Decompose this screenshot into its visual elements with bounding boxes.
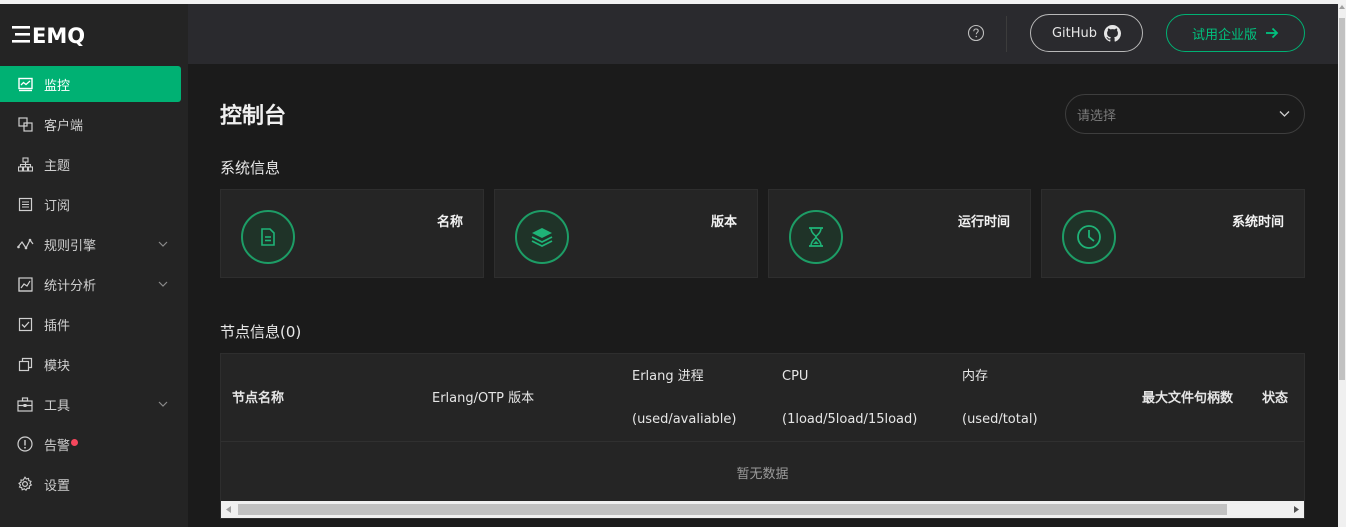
top-header: GitHub 试用企业版 xyxy=(188,4,1338,64)
sidebar-item-label: 规则引擎 xyxy=(44,238,97,254)
rule-engine-icon xyxy=(16,235,34,253)
th-cpu-sub: (1load/5load/15load) xyxy=(782,412,918,427)
card-uptime: 运行时间 xyxy=(768,189,1031,278)
clock-icon xyxy=(1062,210,1116,264)
scroll-up-icon[interactable] xyxy=(1339,4,1345,10)
sidebar-item-modules[interactable]: 模块 xyxy=(0,344,188,384)
arrow-right-icon xyxy=(1266,27,1279,39)
emq-logo-icon: EMQ xyxy=(12,24,84,46)
document-icon xyxy=(241,210,295,264)
sidebar-item-clients[interactable]: 客户端 xyxy=(0,104,188,144)
sidebar-item-label: 客户端 xyxy=(44,118,84,134)
svg-text:EMQ: EMQ xyxy=(32,24,84,46)
hourglass-icon xyxy=(789,210,843,264)
node-info-title: 节点信息(0) xyxy=(220,323,302,341)
th-status[interactable]: 状态 xyxy=(1262,392,1288,405)
card-system-time: 系统时间 xyxy=(1041,189,1305,278)
sidebar-item-tools[interactable]: 工具 xyxy=(0,384,188,424)
chevron-down-icon xyxy=(158,241,168,247)
system-info-cards: 名称 版本 运行时间 系统时间 xyxy=(220,189,1305,278)
sidebar-item-rule-engine[interactable]: 规则引擎 xyxy=(0,224,188,264)
github-button-label: GitHub xyxy=(1051,25,1098,41)
main-content: 控制台 请选择 系统信息 名称 版本 运行时间 系统时间 节点信息(0) 节点名… xyxy=(188,64,1338,527)
topics-icon xyxy=(16,155,34,173)
try-enterprise-button[interactable]: 试用企业版 xyxy=(1166,14,1305,52)
logo[interactable]: EMQ xyxy=(0,4,188,64)
sidebar-item-analysis[interactable]: 统计分析 xyxy=(0,264,188,304)
layers-icon xyxy=(515,210,569,264)
th-erlang-proc-sub: (used/avaliable) xyxy=(632,412,737,427)
sidebar-item-label: 插件 xyxy=(44,318,71,334)
th-memory[interactable]: 内存 xyxy=(962,370,988,383)
page-vertical-scrollbar[interactable] xyxy=(1338,4,1346,527)
sidebar: EMQ 监控 客户端 主题 订阅 规则引擎 统计分析 插件 模块 工具 告警 设… xyxy=(0,4,188,527)
scroll-left-icon[interactable] xyxy=(226,506,232,513)
sidebar-item-label: 统计分析 xyxy=(44,278,97,294)
chevron-down-icon xyxy=(158,401,168,407)
scrollbar-thumb[interactable] xyxy=(238,504,1227,515)
scroll-right-icon[interactable] xyxy=(1293,506,1299,513)
plugins-icon xyxy=(16,315,34,333)
th-max-fds[interactable]: 最大文件句柄数 xyxy=(1142,392,1233,405)
github-icon xyxy=(1104,24,1122,42)
sidebar-item-plugins[interactable]: 插件 xyxy=(0,304,188,344)
card-label: 运行时间 xyxy=(957,215,1010,230)
analysis-icon xyxy=(16,275,34,293)
card-label: 系统时间 xyxy=(1231,215,1284,230)
sidebar-item-subscriptions[interactable]: 订阅 xyxy=(0,184,188,224)
table-header: 节点名称 Erlang/OTP 版本 Erlang 进程 (used/avali… xyxy=(221,354,1304,442)
card-name: 名称 xyxy=(220,189,484,278)
th-memory-sub: (used/total) xyxy=(962,412,1038,427)
try-enterprise-label: 试用企业版 xyxy=(1191,27,1257,43)
th-node-name[interactable]: 节点名称 xyxy=(232,392,284,405)
scrollbar-thumb[interactable] xyxy=(1339,18,1345,380)
card-label: 名称 xyxy=(436,215,463,230)
table-horizontal-scrollbar[interactable] xyxy=(221,501,1304,518)
table-empty-text: 暂无数据 xyxy=(736,466,789,482)
question-circle-icon[interactable] xyxy=(967,24,985,42)
sidebar-item-alarms[interactable]: 告警 xyxy=(0,424,188,464)
sidebar-item-label: 模块 xyxy=(44,358,71,374)
th-cpu[interactable]: CPU xyxy=(782,370,808,383)
tools-icon xyxy=(16,395,34,413)
card-label: 版本 xyxy=(710,215,737,230)
card-version: 版本 xyxy=(494,189,758,278)
sidebar-item-label: 监控 xyxy=(44,78,71,94)
monitor-icon xyxy=(16,75,34,93)
page-title: 控制台 xyxy=(220,104,287,129)
th-erlang-proc[interactable]: Erlang 进程 xyxy=(632,370,704,383)
sidebar-item-label: 主题 xyxy=(44,158,71,174)
sidebar-item-monitor[interactable]: 监控 xyxy=(0,66,181,102)
chevron-down-icon xyxy=(158,281,168,287)
app-root: EMQ 监控 客户端 主题 订阅 规则引擎 统计分析 插件 模块 工具 告警 设… xyxy=(0,0,1346,527)
modules-icon xyxy=(16,355,34,373)
clients-icon xyxy=(16,115,34,133)
alarm-badge xyxy=(71,438,79,446)
github-button[interactable]: GitHub xyxy=(1030,14,1143,52)
chevron-down-icon xyxy=(1279,111,1290,117)
node-select-placeholder: 请选择 xyxy=(1077,108,1117,124)
alarm-icon xyxy=(16,435,34,453)
subscriptions-icon xyxy=(16,195,34,213)
sidebar-menu: 监控 客户端 主题 订阅 规则引擎 统计分析 插件 模块 工具 告警 设置 xyxy=(0,66,188,504)
header-divider xyxy=(1006,16,1007,52)
nodes-table: 节点名称 Erlang/OTP 版本 Erlang 进程 (used/avali… xyxy=(220,353,1305,519)
settings-icon xyxy=(16,475,34,493)
sidebar-item-label: 设置 xyxy=(44,478,71,494)
sidebar-item-label: 工具 xyxy=(44,398,71,414)
th-otp-version[interactable]: Erlang/OTP 版本 xyxy=(432,392,534,405)
node-select[interactable]: 请选择 xyxy=(1065,94,1305,134)
sidebar-item-label: 告警 xyxy=(44,438,71,454)
sidebar-item-label: 订阅 xyxy=(44,198,71,214)
sidebar-item-topics[interactable]: 主题 xyxy=(0,144,188,184)
system-info-title: 系统信息 xyxy=(220,159,281,177)
sidebar-item-settings[interactable]: 设置 xyxy=(0,464,188,504)
